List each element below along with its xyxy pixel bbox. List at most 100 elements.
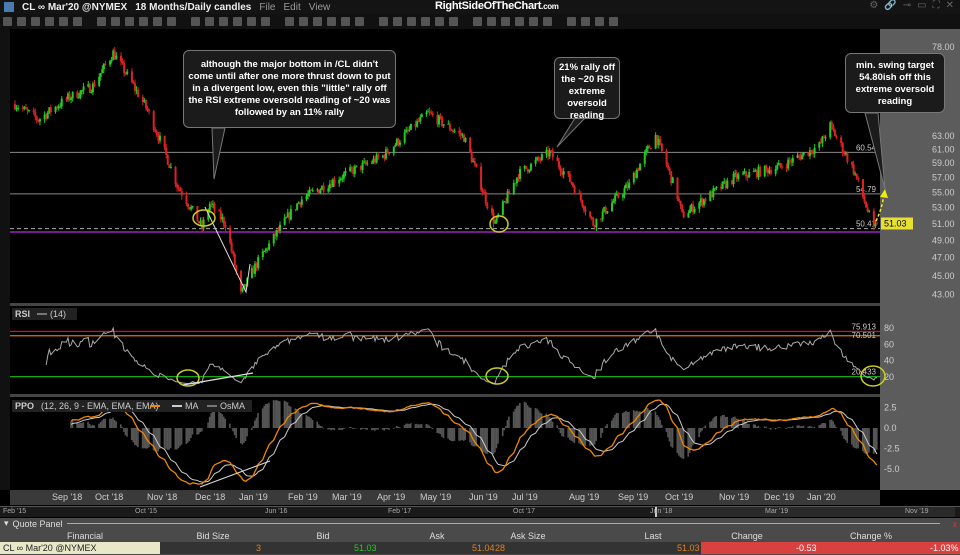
toolbar-tool-icon[interactable] xyxy=(487,17,496,26)
osma-bar xyxy=(448,428,451,441)
candle xyxy=(90,92,93,94)
toolbar-tool-icon[interactable] xyxy=(153,17,162,26)
column-header[interactable]: Change xyxy=(707,531,787,541)
toolbar-tool-icon[interactable] xyxy=(543,17,552,26)
column-header[interactable]: Bid xyxy=(283,531,363,541)
toolbar-tool-icon[interactable] xyxy=(139,17,148,26)
osma-bar xyxy=(713,416,716,428)
osma-bar xyxy=(704,425,707,428)
candle xyxy=(109,60,112,65)
toolbar-tool-icon[interactable] xyxy=(379,17,388,26)
osma-bar xyxy=(810,426,813,428)
toolbar-tool-icon[interactable] xyxy=(285,17,294,26)
osma-bar xyxy=(841,428,844,436)
candle xyxy=(833,129,836,137)
maximize-icon[interactable]: ⛶ xyxy=(933,0,940,11)
osma-bar xyxy=(208,416,211,428)
osma-bar xyxy=(254,420,256,428)
menu-edit[interactable]: Edit xyxy=(284,2,301,13)
toolbar-tool-icon[interactable] xyxy=(435,17,444,26)
toolbar-tool-icon[interactable] xyxy=(327,17,336,26)
minimize-icon[interactable]: ▭ xyxy=(917,0,926,11)
toolbar-tool-icon[interactable] xyxy=(73,17,82,26)
toolbar-tool-icon[interactable] xyxy=(59,17,68,26)
toolbar-tool-icon[interactable] xyxy=(97,17,106,26)
candle xyxy=(614,195,617,202)
toolbar-tool-icon[interactable] xyxy=(529,17,538,26)
toolbar-tool-icon[interactable] xyxy=(341,17,350,26)
toolbar-tool-icon[interactable] xyxy=(313,17,322,26)
column-header[interactable]: Change % xyxy=(831,531,911,541)
candle xyxy=(38,119,41,122)
toolbar-tool-icon[interactable] xyxy=(595,17,604,26)
toolbar-tool-icon[interactable] xyxy=(261,17,270,26)
osma-bar xyxy=(135,428,138,446)
toolbar-tool-icon[interactable] xyxy=(31,17,40,26)
period-selector[interactable]: 18 Months/Daily candles xyxy=(135,2,251,13)
osma-bar xyxy=(232,428,234,432)
price-level-label: 54.79 xyxy=(856,185,877,194)
toolbar-tool-icon[interactable] xyxy=(45,17,54,26)
osma-bar xyxy=(763,426,766,428)
toolbar-tool-icon[interactable] xyxy=(393,17,402,26)
collapse-icon[interactable]: ▾ xyxy=(4,518,9,529)
candle xyxy=(408,129,411,131)
candle xyxy=(584,210,587,212)
column-header[interactable]: Ask xyxy=(397,531,477,541)
toolbar-tool-icon[interactable] xyxy=(111,17,120,26)
rsi-tick: 60 xyxy=(884,339,894,349)
toolbar-tool-icon[interactable] xyxy=(421,17,430,26)
toolbar-tool-icon[interactable] xyxy=(609,17,618,26)
toolbar-tool-icon[interactable] xyxy=(3,17,12,26)
candle xyxy=(163,135,166,148)
osma-bar xyxy=(268,402,270,428)
close-icon[interactable]: x xyxy=(953,519,958,529)
toolbar-tool-icon[interactable] xyxy=(501,17,510,26)
column-header[interactable]: Ask Size xyxy=(488,531,568,541)
toolbar-tool-icon[interactable] xyxy=(515,17,524,26)
candle xyxy=(341,178,344,180)
price-tick: 53.00 xyxy=(932,203,955,213)
toolbar-tool-icon[interactable] xyxy=(567,17,576,26)
candle xyxy=(130,71,133,82)
toolbar-tool-icon[interactable] xyxy=(449,17,458,26)
toolbar-tool-icon[interactable] xyxy=(299,17,308,26)
toolbar-tool-icon[interactable] xyxy=(125,17,134,26)
osma-bar xyxy=(322,428,325,429)
date-tick: Feb '19 xyxy=(288,492,318,502)
osma-bar xyxy=(211,410,214,428)
symbol-selector[interactable]: CL ∞ Mar'20 @NYMEX xyxy=(22,2,127,13)
toolbar-tool-icon[interactable] xyxy=(167,17,176,26)
column-header[interactable]: Bid Size xyxy=(173,531,253,541)
menu-file[interactable]: File xyxy=(259,2,275,13)
candle xyxy=(611,202,614,212)
menu-view[interactable]: View xyxy=(309,2,331,13)
toolbar-tool-icon[interactable] xyxy=(219,17,228,26)
price-tick: 51.00 xyxy=(932,219,955,229)
toolbar-tool-icon[interactable] xyxy=(205,17,214,26)
toolbar-tool-icon[interactable] xyxy=(581,17,590,26)
chart-area[interactable]: 78.00 63.00 61.00 59.00 57.00 55.00 53.00 51.00… xyxy=(0,29,960,490)
osma-bar xyxy=(503,428,506,431)
osma-bar xyxy=(495,428,498,449)
toolbar-tool-icon[interactable] xyxy=(191,17,200,26)
toolbar-tool-icon[interactable] xyxy=(473,17,482,26)
rsi-level-label: 70.501 xyxy=(852,331,877,340)
pin-icon[interactable]: ⊸ xyxy=(903,0,911,11)
close-icon[interactable]: ✕ xyxy=(946,0,954,11)
candle xyxy=(289,209,292,220)
toolbar-tool-icon[interactable] xyxy=(233,17,242,26)
candle xyxy=(261,251,264,258)
toolbar-tool-icon[interactable] xyxy=(355,17,364,26)
candle xyxy=(88,84,91,93)
candle xyxy=(458,130,461,133)
gear-icon[interactable]: ⚙ xyxy=(869,0,878,11)
toolbar-tool-icon[interactable] xyxy=(407,17,416,26)
osma-bar xyxy=(868,428,870,453)
link-icon[interactable]: 🔗 xyxy=(884,0,896,11)
column-header[interactable]: Last xyxy=(613,531,693,541)
toolbar-tool-icon[interactable] xyxy=(17,17,26,26)
toolbar-tool-icon[interactable] xyxy=(247,17,256,26)
quote-row[interactable]: CL ∞ Mar'20 @NYMEX 3 51.03 51.04 28 51.0… xyxy=(0,542,960,554)
navigator[interactable]: Feb '15 Oct '15 Jun '16 Feb '17 Oct '17 Jun '… xyxy=(0,506,960,517)
